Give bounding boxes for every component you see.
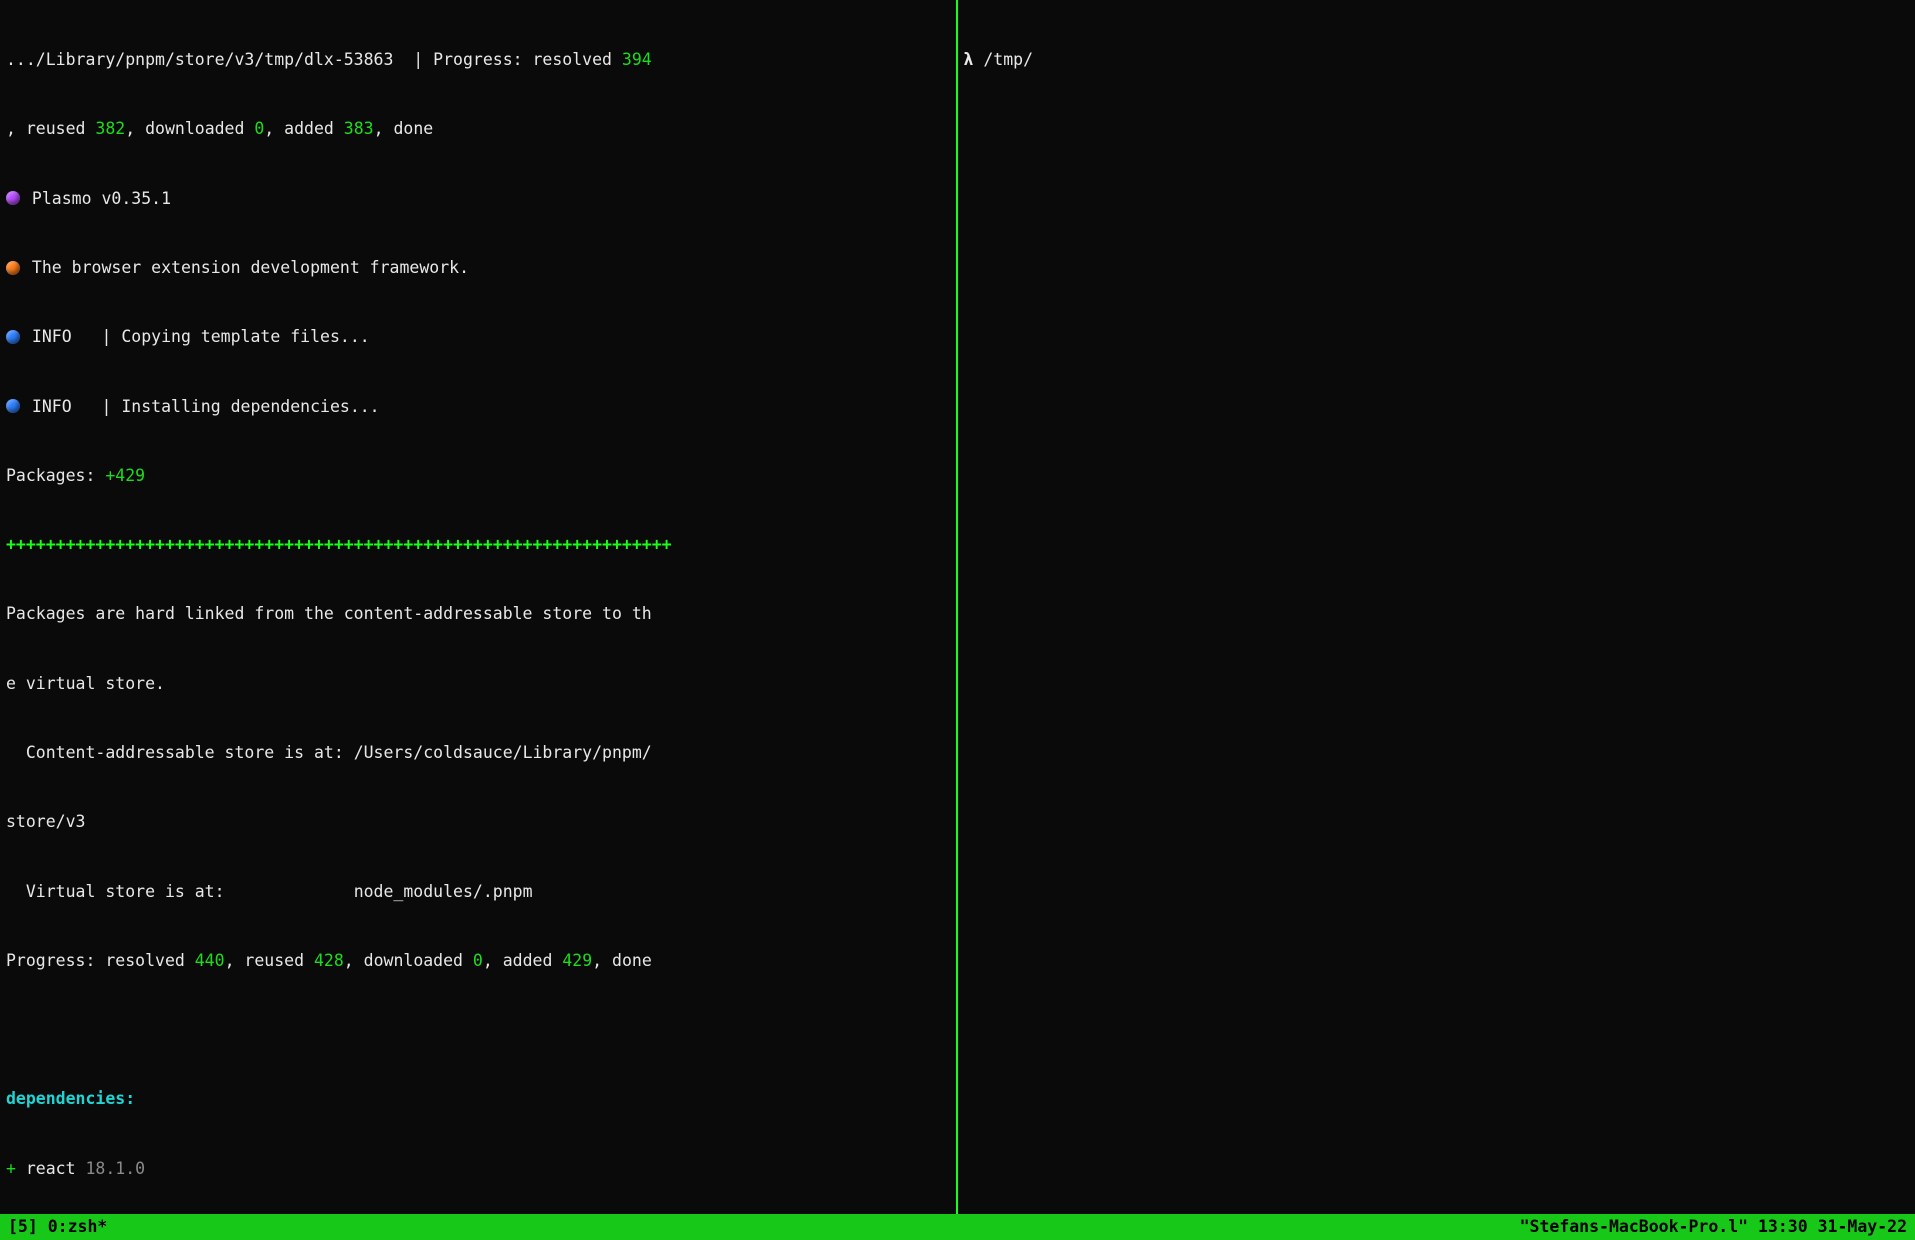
shell-prompt[interactable]: λ /tmp/	[964, 48, 1910, 71]
plasmo-version: Plasmo v0.35.1	[6, 187, 950, 210]
tmux-pane-right[interactable]: λ /tmp/	[958, 0, 1915, 1214]
tmux-status-bar: [5] 0:zsh* "Stefans-MacBook-Pro.l" 13:30…	[0, 1214, 1915, 1240]
plasmo-tagline: The browser extension development framew…	[6, 256, 950, 279]
info-line: INFO | Copying template files...	[6, 325, 950, 348]
packages-count: Packages: +429	[6, 464, 950, 487]
tmux-pane-left[interactable]: .../Library/pnpm/store/v3/tmp/dlx-53863 …	[0, 0, 958, 1214]
dependency-item: + react 18.1.0	[6, 1157, 950, 1180]
progress-line: Progress: resolved 440, reused 428, down…	[6, 949, 950, 972]
bullet-icon	[6, 261, 20, 275]
status-left: [5] 0:zsh*	[8, 1215, 107, 1238]
output-line: , reused 382, downloaded 0, added 383, d…	[6, 117, 950, 140]
info-line: INFO | Installing dependencies...	[6, 395, 950, 418]
output-line: Content-addressable store is at: /Users/…	[6, 741, 950, 764]
output-line: Virtual store is at: node_modules/.pnpm	[6, 880, 950, 903]
blank-line	[6, 1018, 950, 1041]
dependencies-header: dependencies:	[6, 1087, 950, 1110]
bullet-icon	[6, 191, 20, 205]
progress-bar: ++++++++++++++++++++++++++++++++++++++++…	[6, 533, 950, 556]
output-line: Packages are hard linked from the conten…	[6, 602, 950, 625]
output-line: e virtual store.	[6, 672, 950, 695]
status-right: "Stefans-MacBook-Pro.l" 13:30 31-May-22	[1520, 1215, 1907, 1238]
info-icon	[6, 399, 20, 413]
output-line: store/v3	[6, 810, 950, 833]
info-icon	[6, 330, 20, 344]
output-line: .../Library/pnpm/store/v3/tmp/dlx-53863 …	[6, 48, 950, 71]
terminal-container: .../Library/pnpm/store/v3/tmp/dlx-53863 …	[0, 0, 1915, 1214]
